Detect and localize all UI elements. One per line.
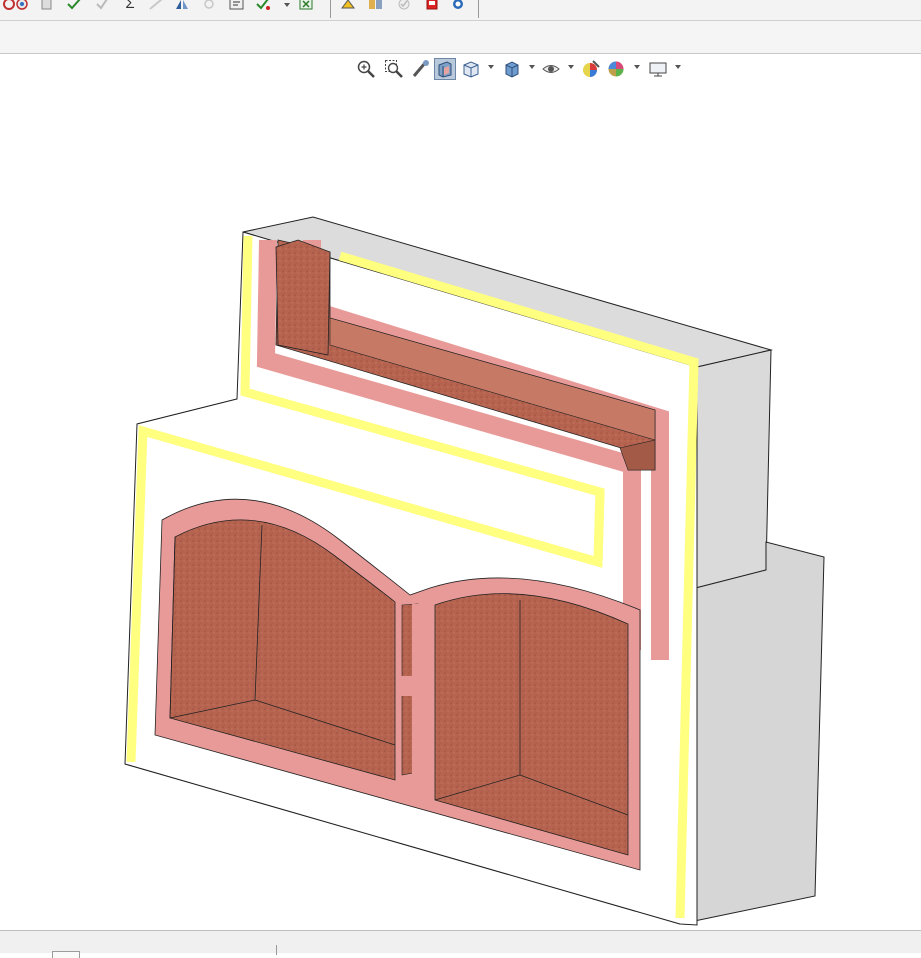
pdf-icon[interactable] [423, 0, 441, 12]
spreadsheet-x-icon[interactable] [298, 0, 316, 12]
status-separator [276, 945, 277, 955]
toolbar-separator [330, 0, 331, 18]
verify-icon[interactable] [65, 0, 83, 12]
rebuild-icon[interactable] [13, 0, 31, 12]
section-face [124, 231, 699, 926]
command-manager-tabs [0, 21, 921, 54]
heal-icon[interactable] [340, 0, 358, 12]
status-bar [0, 930, 921, 958]
section-view-model [124, 216, 825, 926]
approve-icon[interactable] [395, 0, 413, 12]
sum-icon[interactable]: Σ [121, 0, 139, 12]
sketch-fillet-icon[interactable] [200, 0, 218, 12]
mirror-icon[interactable] [173, 0, 191, 12]
evaluate-icon[interactable] [254, 0, 272, 12]
check-document-icon[interactable] [38, 0, 56, 12]
model-tab[interactable] [52, 951, 80, 958]
evaluate-dropdown-icon[interactable] [284, 3, 290, 7]
measure-icon[interactable] [147, 0, 165, 12]
toolbar-separator [478, 0, 479, 18]
compare-icon[interactable] [367, 0, 385, 12]
sync-icon[interactable] [449, 0, 467, 12]
help-doc-icon[interactable] [228, 0, 246, 12]
verify-disabled-icon[interactable] [93, 0, 111, 12]
command-toolbar: Σ [0, 0, 921, 21]
graphics-area[interactable] [0, 54, 921, 930]
